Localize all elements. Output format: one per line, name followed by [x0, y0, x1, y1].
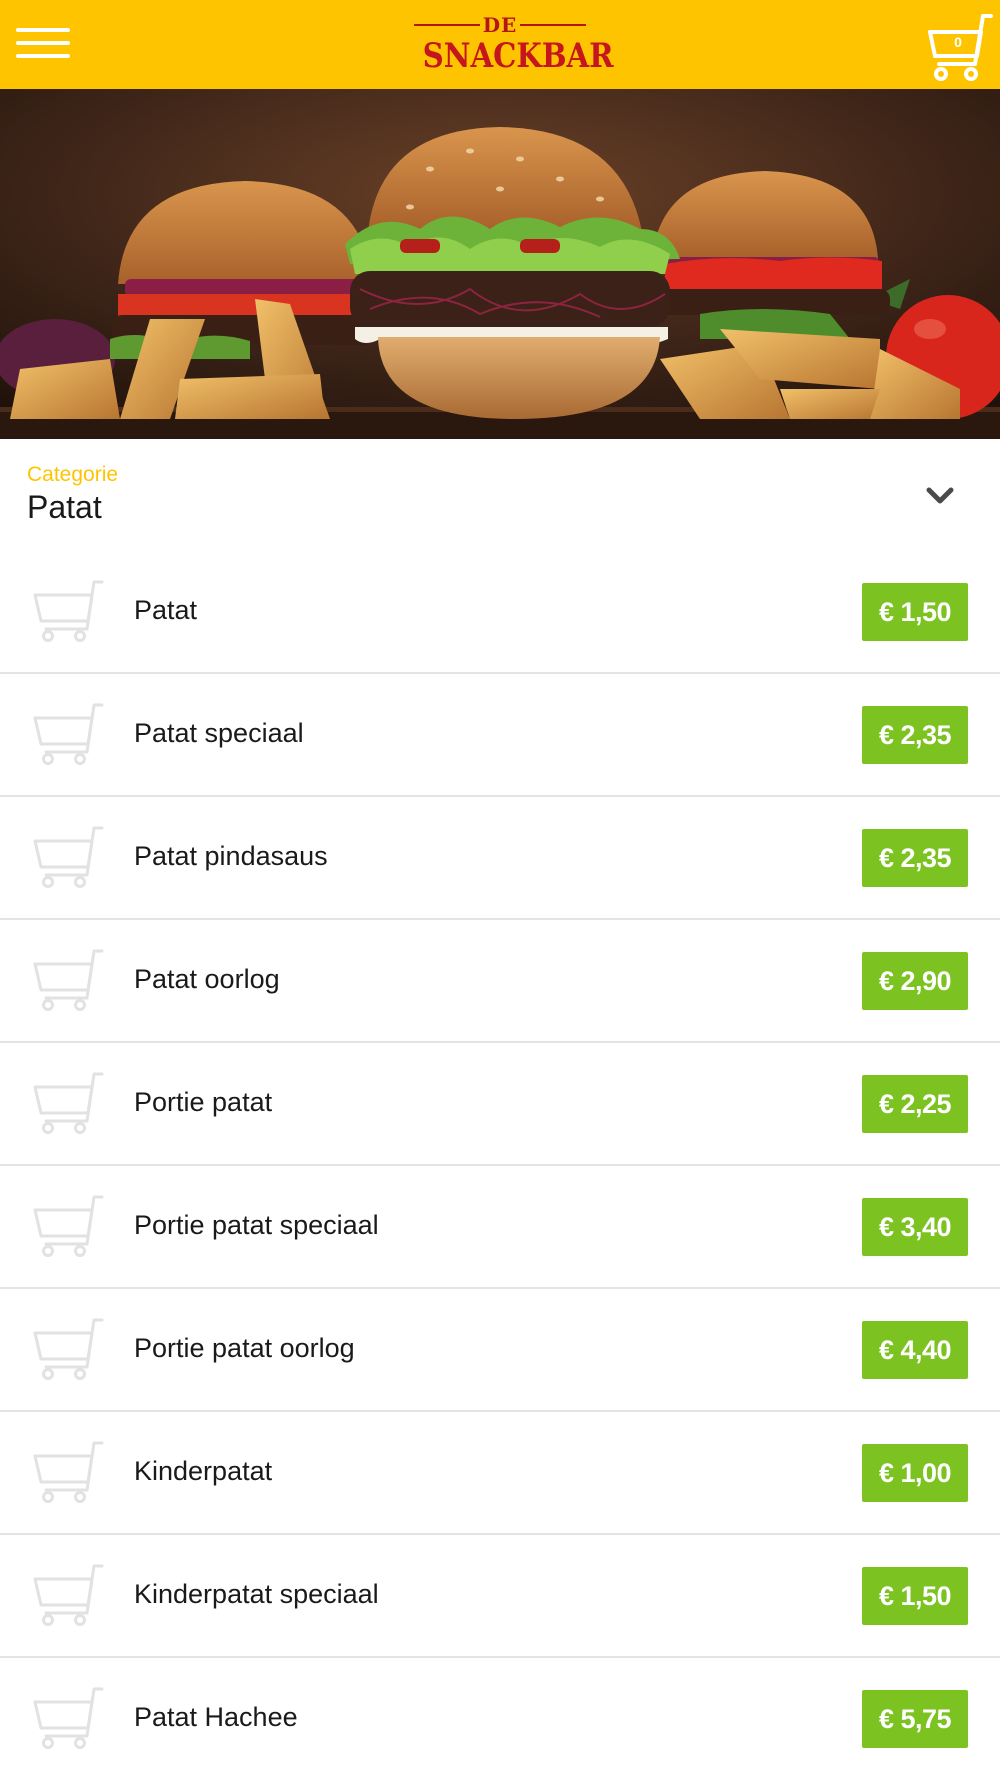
logo-rule-left — [414, 24, 480, 26]
product-name: Portie patat — [134, 1087, 273, 1117]
add-to-cart-icon — [33, 1564, 104, 1626]
product-price-button[interactable]: € 2,25 — [862, 1075, 968, 1133]
logo-de-text: DE — [482, 13, 518, 37]
burger-illustration — [0, 89, 1000, 439]
add-to-cart-icon[interactable] — [32, 1071, 104, 1135]
add-to-cart-icon — [33, 826, 104, 888]
product-name: Patat — [134, 595, 198, 625]
add-to-cart-icon[interactable] — [32, 1317, 104, 1381]
app-screen: DE SNACKBAR 0 Categorie Patat Patat € 1,… — [0, 0, 1000, 1778]
product-row[interactable]: Patat speciaal € 2,35 — [0, 674, 1000, 797]
product-price-button[interactable]: € 2,90 — [862, 952, 968, 1010]
product-name: Kinderpatat speciaal — [134, 1579, 379, 1609]
hamburger-icon — [16, 54, 70, 58]
add-to-cart-icon[interactable] — [32, 702, 104, 766]
cart-count-badge: 0 — [954, 34, 962, 50]
add-to-cart-icon — [33, 580, 104, 642]
product-price-button[interactable]: € 3,40 — [862, 1198, 968, 1256]
chevron-down-icon — [926, 487, 954, 504]
logo-top-line: DE — [410, 12, 590, 38]
add-to-cart-icon — [33, 703, 104, 765]
logo-main-text: SNACKBAR — [422, 36, 614, 76]
hamburger-icon — [16, 41, 70, 45]
add-to-cart-icon — [33, 1195, 104, 1257]
product-row[interactable]: Patat oorlog € 2,90 — [0, 920, 1000, 1043]
add-to-cart-icon — [33, 1441, 104, 1503]
product-price-button[interactable]: € 1,50 — [862, 1567, 968, 1625]
hero-burger-image — [0, 89, 1000, 439]
add-to-cart-icon — [33, 1687, 104, 1749]
product-row[interactable]: Portie patat € 2,25 — [0, 1043, 1000, 1166]
product-name: Kinderpatat — [134, 1456, 273, 1486]
product-name: Patat pindasaus — [134, 841, 328, 871]
product-name: Patat oorlog — [134, 964, 280, 994]
add-to-cart-icon[interactable] — [32, 1563, 104, 1627]
product-row[interactable]: Patat € 1,50 — [0, 551, 1000, 674]
hamburger-icon — [16, 28, 70, 32]
product-row[interactable]: Kinderpatat € 1,00 — [0, 1412, 1000, 1535]
add-to-cart-icon[interactable] — [32, 825, 104, 889]
product-price-button[interactable]: € 5,75 — [862, 1690, 968, 1748]
cart-button[interactable]: 0 — [925, 12, 993, 82]
product-row[interactable]: Patat Hachee € 5,75 — [0, 1658, 1000, 1778]
add-to-cart-icon[interactable] — [32, 1194, 104, 1258]
product-price-button[interactable]: € 4,40 — [862, 1321, 968, 1379]
product-price-button[interactable]: € 2,35 — [862, 829, 968, 887]
add-to-cart-icon[interactable] — [32, 1686, 104, 1750]
category-select[interactable]: Categorie Patat — [0, 439, 1000, 539]
product-row[interactable]: Kinderpatat speciaal € 1,50 — [0, 1535, 1000, 1658]
product-price-button[interactable]: € 2,35 — [862, 706, 968, 764]
category-label: Categorie — [27, 463, 119, 486]
product-name: Patat Hachee — [134, 1702, 298, 1732]
menu-button[interactable] — [16, 26, 72, 62]
add-to-cart-icon[interactable] — [32, 579, 104, 643]
add-to-cart-icon[interactable] — [32, 1440, 104, 1504]
product-row[interactable]: Portie patat oorlog € 4,40 — [0, 1289, 1000, 1412]
snackbar-logo[interactable]: DE SNACKBAR — [410, 12, 614, 80]
top-bar: DE SNACKBAR 0 — [0, 0, 1000, 89]
add-to-cart-icon[interactable] — [32, 948, 104, 1012]
product-name: Portie patat oorlog — [134, 1333, 355, 1363]
product-row[interactable]: Portie patat speciaal € 3,40 — [0, 1166, 1000, 1289]
add-to-cart-icon — [33, 1318, 104, 1380]
product-name: Patat speciaal — [134, 718, 304, 748]
logo-rule-right — [520, 24, 586, 26]
product-price-button[interactable]: € 1,00 — [862, 1444, 968, 1502]
add-to-cart-icon — [33, 949, 104, 1011]
product-price-button[interactable]: € 1,50 — [862, 583, 968, 641]
product-list: Patat € 1,50 Patat speciaal € 2,35 Patat pin… — [0, 551, 1000, 1778]
category-value: Patat — [27, 489, 102, 525]
product-row[interactable]: Patat pindasaus € 2,35 — [0, 797, 1000, 920]
product-name: Portie patat speciaal — [134, 1210, 379, 1240]
add-to-cart-icon — [33, 1072, 104, 1134]
